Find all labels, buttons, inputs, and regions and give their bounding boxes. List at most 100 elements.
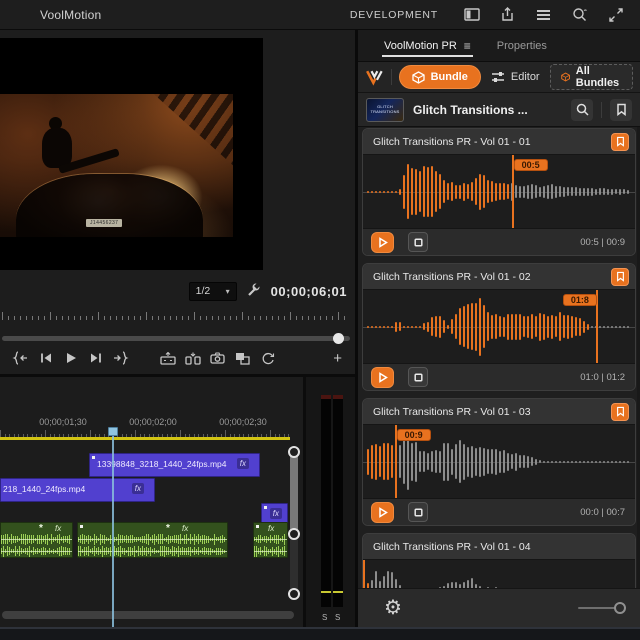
card-stop-button[interactable] [408, 232, 428, 252]
bundle-thumbnail[interactable]: GLITCH TRANSITIONS [366, 97, 404, 122]
gear-icon[interactable]: ⚙ [384, 598, 402, 618]
comparison-view-button[interactable] [230, 347, 255, 369]
fx-badge[interactable]: fx [236, 458, 249, 469]
timeline-hscrollbar[interactable] [2, 611, 294, 619]
solo-right-label[interactable]: S [335, 613, 340, 622]
window-bottom-edge [0, 627, 640, 640]
staircase-silhouette [153, 94, 233, 166]
environment-label: DEVELOPMENT [349, 8, 438, 21]
work-area-bar[interactable] [0, 437, 290, 440]
waveform-bars [367, 155, 631, 228]
playhead-time-badge: 00:9 [396, 429, 431, 441]
search-zoom-icon[interactable] [571, 7, 588, 22]
fx-badge[interactable]: fx [268, 524, 274, 533]
export-frame-button[interactable] [205, 347, 230, 369]
audio-clip-a3[interactable]: fx [253, 522, 288, 558]
card-header: Glitch Transitions PR - Vol 01 - 02 [363, 264, 635, 289]
button-editor-plus[interactable]: + [333, 350, 342, 367]
clip-marker-dot [92, 456, 95, 459]
solo-left-label[interactable]: S [322, 613, 327, 622]
bookmark-filter-icon[interactable] [610, 98, 632, 121]
sound-card[interactable]: Glitch Transitions PR - Vol 01 - 03 00:9 0… [362, 398, 636, 526]
timeline-ruler-label: 00;00;02;00 [129, 417, 177, 427]
playhead-time-badge: 01:8 [562, 294, 597, 306]
sound-card[interactable]: Glitch Transitions PR - Vol 01 - 01 00:5 0… [362, 128, 636, 256]
waveform-area[interactable]: 00:9 [363, 424, 635, 499]
menu-icon[interactable] [535, 7, 552, 22]
timeline-playhead-handle[interactable] [108, 427, 118, 436]
playhead-time-badge: 00:5 [513, 159, 548, 171]
bundle-mode-button[interactable]: Bundle [398, 65, 481, 89]
panel-tab-bar: VoolMotion PR ≡ Properties [358, 30, 640, 62]
bookmark-icon[interactable] [611, 402, 629, 421]
fx-badge[interactable]: fx [182, 524, 188, 533]
bookmark-icon[interactable] [611, 267, 629, 286]
fx-badge[interactable]: fx [131, 483, 144, 494]
go-to-in-button[interactable] [8, 347, 33, 369]
editor-mode-button[interactable]: Editor [481, 65, 550, 89]
extract-button[interactable] [180, 347, 205, 369]
step-forward-button[interactable] [83, 347, 108, 369]
settings-wrench-icon[interactable] [247, 282, 261, 301]
sound-card[interactable]: Glitch Transitions PR - Vol 01 - 02 01:8 0… [362, 263, 636, 391]
bundle-title: Glitch Transitions ... [413, 102, 528, 117]
waveform-area[interactable]: 00:5 [363, 154, 635, 229]
tab-properties[interactable]: Properties [497, 30, 547, 61]
fx-badge[interactable]: fx [269, 508, 282, 519]
bookmark-icon[interactable] [611, 132, 629, 151]
monitor-scrollbar-knob[interactable] [333, 333, 344, 344]
play-button[interactable] [58, 347, 83, 369]
video-clip-v2[interactable]: 13398848_3218_1440_24fps.mp4 fx [89, 453, 260, 477]
timeline-panel: 00;00;01;30 00;00;02;00 00;00;02;30 1339… [0, 377, 308, 627]
scrollbar-end-knob[interactable] [288, 446, 300, 458]
card-playhead[interactable] [363, 560, 366, 588]
card-play-button[interactable] [371, 501, 394, 523]
timeline-vscrollbar-thumb[interactable] [290, 452, 298, 534]
program-monitor-panel: J14456237 1/2 ▾ 00;00;06;01 + 00;00;01;3… [0, 30, 355, 627]
sound-card[interactable]: Glitch Transitions PR - Vol 01 - 04 [362, 533, 636, 588]
scrollbar-end-knob[interactable] [288, 528, 300, 540]
card-stop-button[interactable] [408, 367, 428, 387]
monitor-scrollbar-track[interactable] [2, 336, 350, 341]
card-stop-button[interactable] [408, 502, 428, 522]
transport-controls: + [8, 346, 348, 370]
lift-button[interactable] [155, 347, 180, 369]
go-to-out-button[interactable] [108, 347, 133, 369]
sound-card-list[interactable]: Glitch Transitions PR - Vol 01 - 01 00:5 0… [362, 128, 636, 588]
audio-meter-right [333, 395, 343, 607]
audio-meter-panel: S S [303, 377, 355, 627]
video-clip-v1[interactable]: 218_1440_24fps.mp4 fx [0, 478, 155, 502]
monitor-ruler[interactable] [2, 310, 350, 320]
playback-resolution-select[interactable]: 1/2 ▾ [188, 281, 237, 301]
volume-slider-knob[interactable] [614, 602, 626, 614]
card-play-button[interactable] [371, 366, 394, 388]
panel-layout-icon[interactable] [463, 7, 480, 22]
separator [601, 101, 602, 118]
meter-level [333, 591, 343, 593]
clip-label: 13398848_3218_1440_24fps.mp4 [97, 459, 227, 469]
toolbar-separator [390, 69, 392, 85]
fx-badge[interactable]: fx [55, 524, 61, 533]
volume-slider[interactable] [578, 601, 626, 615]
step-back-button[interactable] [33, 347, 58, 369]
app-title: VoolMotion [40, 7, 102, 22]
export-share-icon[interactable] [499, 7, 516, 22]
fullscreen-expand-icon[interactable] [607, 7, 624, 22]
audio-clip-a1[interactable]: * fx [0, 522, 73, 558]
waveform-area[interactable]: 01:8 [363, 289, 635, 364]
voolmotion-logo-icon [366, 70, 383, 86]
card-play-button[interactable] [371, 231, 394, 253]
audio-clip-a2[interactable]: * fx [77, 522, 228, 558]
clip-marker-dot [264, 506, 267, 509]
monitor-scrollbar[interactable] [2, 332, 350, 344]
card-header: Glitch Transitions PR - Vol 01 - 03 [363, 399, 635, 424]
tab-menu-icon[interactable]: ≡ [464, 39, 471, 53]
scrollbar-end-knob[interactable] [288, 588, 300, 600]
tab-voolmotion-pr[interactable]: VoolMotion PR ≡ [382, 30, 473, 61]
all-bundles-button[interactable]: All Bundles [549, 64, 633, 90]
video-preview[interactable]: J14456237 [0, 94, 233, 237]
waveform-area[interactable] [363, 559, 635, 588]
search-icon[interactable] [571, 98, 593, 121]
loop-playback-button[interactable] [255, 347, 280, 369]
timeline-playhead-line [112, 436, 114, 627]
